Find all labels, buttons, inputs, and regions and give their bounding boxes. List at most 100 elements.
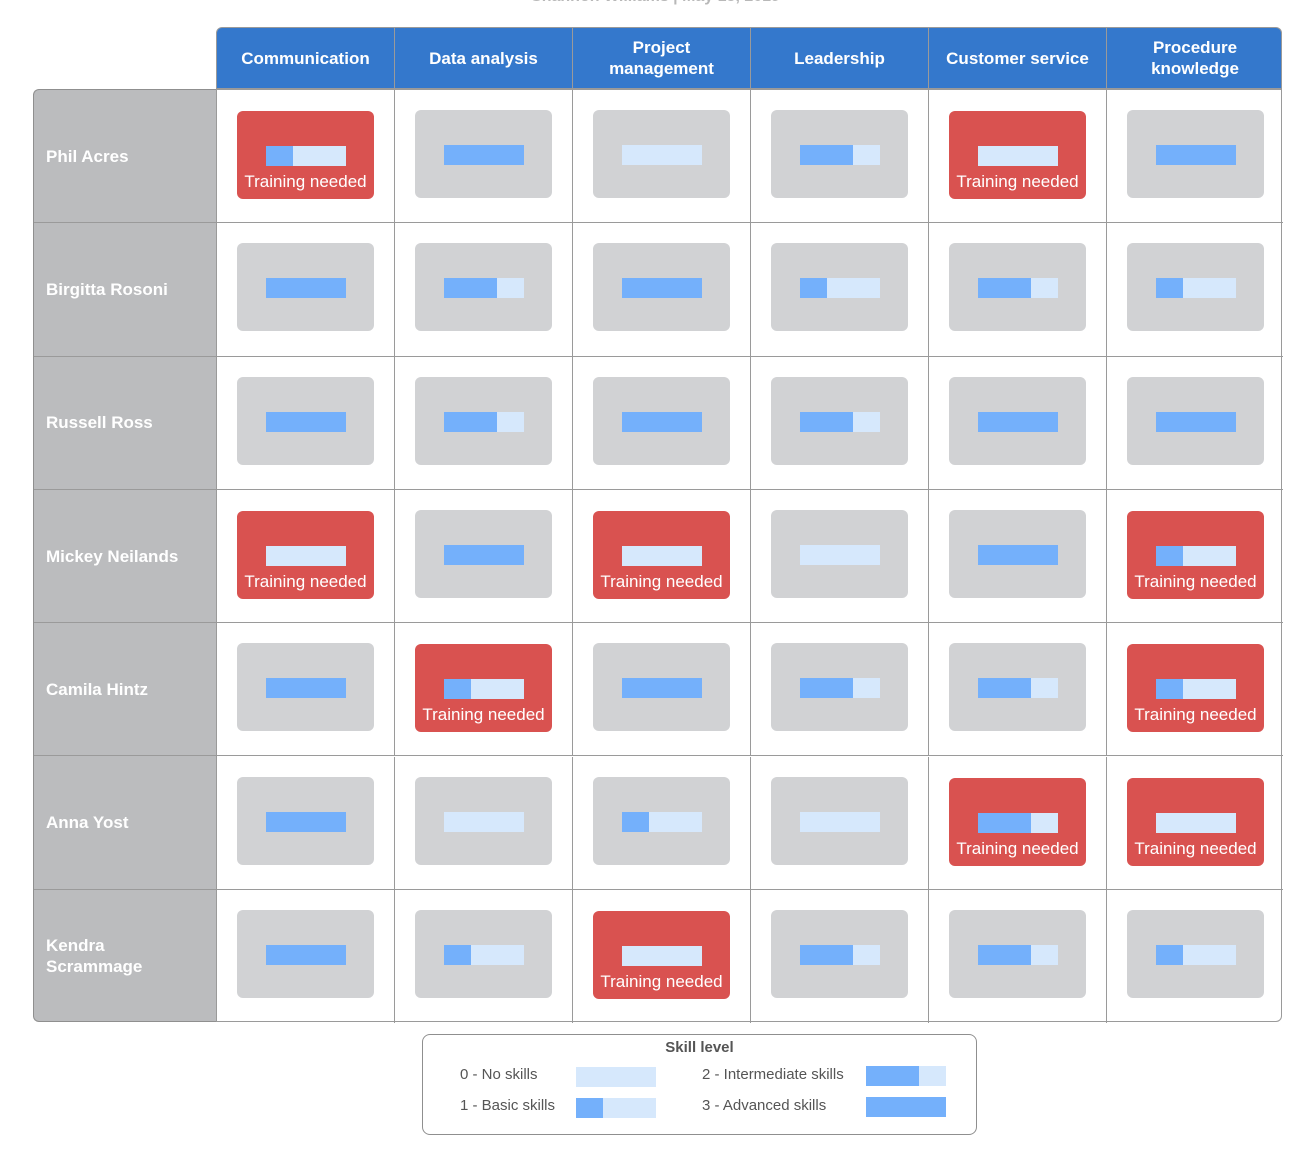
skill-level-bar (1156, 679, 1236, 700)
training-needed-label: Training needed (1134, 705, 1257, 725)
skill-level-bar (622, 678, 702, 699)
skill-level-bar (266, 146, 346, 166)
employee-name-mickey-neilands: Mickey Neilands (34, 490, 217, 624)
legend-bar-fill (866, 1066, 920, 1086)
skill-level-bar (978, 544, 1058, 565)
skill-level-bar (444, 679, 524, 700)
employee-name-column: Phil Acres Birgitta Rosoni Russell Ross Mic… (33, 89, 217, 1022)
training-needed-label: Training needed (600, 971, 723, 991)
skill-cell-russell-ross-customer-service (929, 356, 1107, 490)
skill-level-fill (622, 678, 702, 699)
skill-level-bar (978, 278, 1058, 299)
employee-name-russell-ross: Russell Ross (34, 357, 217, 490)
skill-card (237, 243, 374, 332)
skill-card (771, 376, 908, 465)
training-needed-card: Training needed (949, 777, 1086, 866)
skill-cell-mickey-neilands-project-management: Training needed (573, 489, 751, 624)
legend-title: Skill level (665, 1039, 734, 1056)
skill-level-fill (1156, 411, 1236, 432)
skill-level-fill (978, 544, 1058, 565)
skill-level-fill (1156, 545, 1183, 566)
skill-card (949, 243, 1086, 332)
skill-card (593, 376, 730, 465)
legend-bar-fill (576, 1098, 603, 1118)
employee-name-label: Anna Yost (46, 813, 129, 833)
training-needed-label: Training needed (422, 705, 545, 725)
skill-card (771, 243, 908, 332)
skill-cell-kendra-scrammage-data-analysis (395, 889, 573, 1024)
training-needed-card: Training needed (1127, 510, 1264, 599)
training-needed-card: Training needed (949, 111, 1086, 199)
training-needed-label: Training needed (956, 838, 1079, 858)
skill-card (237, 776, 374, 865)
training-needed-card: Training needed (415, 644, 552, 733)
skill-card (771, 509, 908, 598)
skill-level-fill (622, 411, 702, 432)
skill-card (1127, 909, 1264, 998)
skill-cell-camila-hintz-customer-service (929, 623, 1107, 757)
skill-card (415, 509, 552, 598)
skill-cell-phil-acres-communication: Training needed (217, 90, 395, 224)
skill-level-bar (622, 811, 702, 832)
skill-cell-russell-ross-communication (217, 356, 395, 490)
skill-cell-camila-hintz-data-analysis: Training needed (395, 623, 573, 757)
skill-card (593, 776, 730, 865)
skill-card (415, 776, 552, 865)
training-needed-label: Training needed (1134, 838, 1257, 858)
employee-name-anna-yost: Anna Yost (34, 757, 217, 890)
skills-matrix-grid: Training needed Training needed Training n… (216, 89, 1283, 1024)
skill-cell-anna-yost-communication (217, 756, 395, 890)
training-needed-label: Training needed (244, 571, 367, 591)
skill-level-fill (266, 278, 346, 299)
skill-level-bar (978, 944, 1058, 965)
column-header-leadership: Leadership (751, 28, 929, 88)
skill-level-bar (1156, 411, 1236, 432)
employee-name-label: Camila Hintz (46, 679, 149, 699)
skill-level-bar (800, 811, 880, 832)
skill-cell-mickey-neilands-leadership (751, 489, 929, 624)
skill-cell-russell-ross-leadership (751, 356, 929, 490)
author-date-subtitle: Shannon Williams | May 15, 2019 (0, 0, 1311, 6)
skill-card (1127, 110, 1264, 198)
employee-name-label: Kendra Scrammage (46, 936, 143, 977)
skill-card (593, 643, 730, 732)
skill-cell-mickey-neilands-communication: Training needed (217, 489, 395, 624)
employee-name-phil-acres: Phil Acres (34, 90, 217, 224)
skill-level-fill (266, 146, 293, 166)
skill-cell-kendra-scrammage-customer-service (929, 889, 1107, 1024)
skill-level-bar (1156, 545, 1236, 566)
skill-cell-birgitta-rosoni-project-management (573, 223, 751, 357)
skill-cell-anna-yost-leadership (751, 756, 929, 890)
skill-level-fill (444, 679, 471, 700)
column-header-project-management: Project management (573, 28, 751, 88)
skill-card (1127, 243, 1264, 332)
skill-cell-kendra-scrammage-procedure-knowledge (1107, 890, 1283, 1023)
skill-level-fill (978, 411, 1058, 432)
employee-name-label: Birgitta Rosoni (46, 279, 168, 299)
skill-cell-russell-ross-project-management (573, 356, 751, 490)
skill-level-bar (978, 146, 1058, 166)
skill-cell-camila-hintz-procedure-knowledge: Training needed (1107, 623, 1283, 757)
training-needed-label: Training needed (956, 172, 1079, 191)
training-needed-card: Training needed (1127, 777, 1264, 866)
training-needed-card: Training needed (593, 910, 730, 999)
skill-level-fill (266, 811, 346, 832)
training-needed-card: Training needed (593, 510, 730, 599)
skill-level-bar (800, 678, 880, 699)
training-needed-card: Training needed (237, 510, 374, 599)
skill-level-fill (266, 411, 346, 432)
skill-level-fill (800, 944, 854, 965)
legend-bar-level-3 (866, 1097, 946, 1117)
skill-level-fill (622, 278, 702, 299)
training-needed-card: Training needed (237, 111, 374, 199)
skill-level-legend: Skill level 0 - No skills 1 - Basic skill… (422, 1034, 977, 1135)
skill-cell-russell-ross-procedure-knowledge (1107, 357, 1283, 490)
skill-cell-mickey-neilands-procedure-knowledge: Training needed (1107, 490, 1283, 624)
skill-cell-camila-hintz-project-management (573, 623, 751, 757)
legend-bar-fill (866, 1097, 946, 1117)
legend-label-level-3: 3 - Advanced skills (702, 1097, 827, 1114)
skill-level-fill (444, 278, 498, 299)
skill-card (237, 909, 374, 998)
skill-cell-birgitta-rosoni-communication (217, 223, 395, 357)
skill-level-fill (978, 944, 1032, 965)
